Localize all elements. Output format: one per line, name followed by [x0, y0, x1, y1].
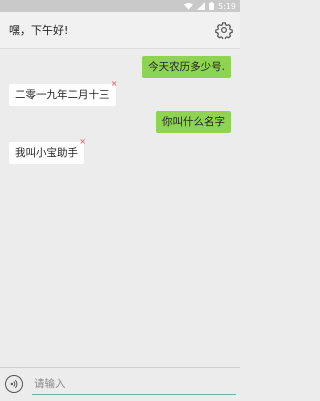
header: 嘿，下午好! [0, 12, 240, 49]
page-title: 嘿，下午好! [9, 24, 69, 37]
voice-button[interactable] [5, 375, 23, 393]
wifi-icon [184, 2, 194, 10]
message-text: 你叫什么名字 [162, 116, 225, 128]
message-bubble-bot: 我叫小宝助手 × [9, 138, 86, 164]
signal-icon [197, 2, 206, 10]
message-bubble-user: 你叫什么名字 [156, 111, 231, 133]
message-bubble-bot: 二零一九年二月十三 × [9, 80, 118, 106]
chat-area: 今天农历多少号. 二零一九年二月十三 × 你叫什么名字 我叫小宝助手 × [0, 49, 240, 367]
close-icon[interactable]: × [79, 138, 86, 146]
status-bar: 5:19 [0, 0, 240, 12]
status-time: 5:19 [218, 1, 236, 11]
close-icon[interactable]: × [111, 80, 118, 88]
status-icons: 5:19 [184, 0, 236, 12]
message-bubble-user: 今天农历多少号. [142, 56, 231, 78]
settings-button[interactable] [215, 21, 233, 41]
gear-icon [215, 22, 233, 41]
battery-icon [209, 2, 215, 10]
message-text: 二零一九年二月十三 [15, 89, 110, 101]
message-text: 今天农历多少号. [148, 61, 225, 73]
message-input[interactable] [32, 374, 236, 395]
voice-icon [10, 379, 18, 389]
input-bar [0, 367, 240, 401]
message-text: 我叫小宝助手 [15, 147, 78, 159]
